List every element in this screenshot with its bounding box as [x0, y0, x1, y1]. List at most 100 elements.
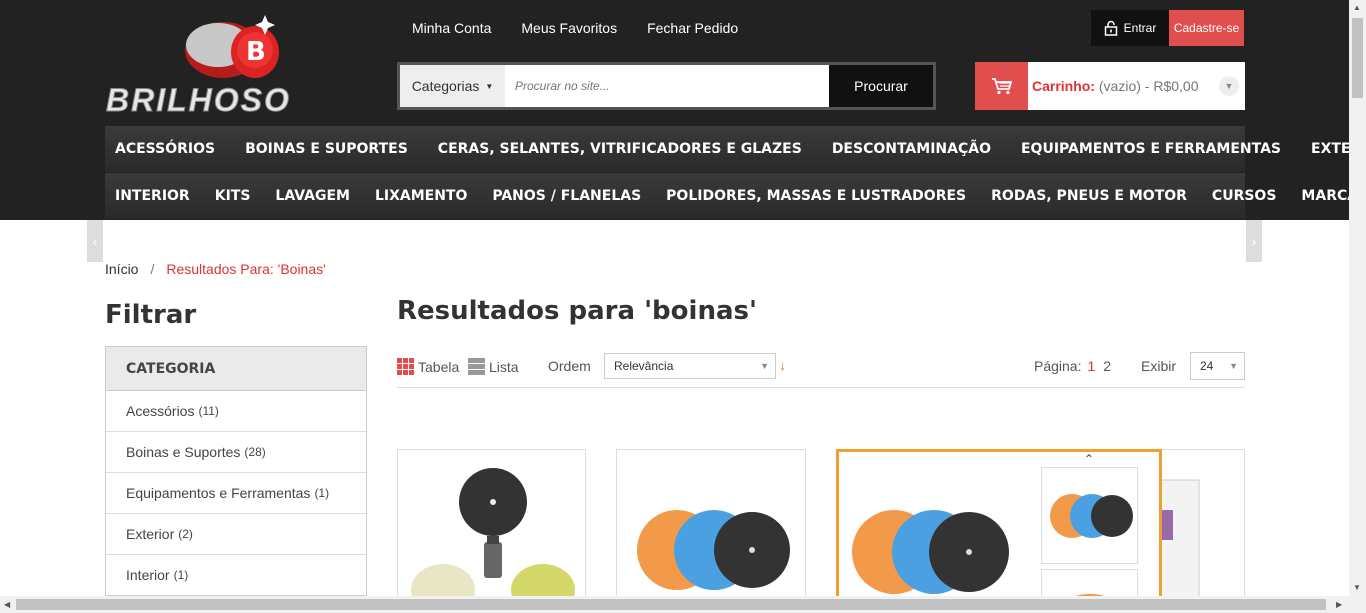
- grid-icon: [397, 358, 414, 375]
- cart-value: (vazio) - R$0,00: [1098, 78, 1199, 94]
- vertical-scrollbar-thumb[interactable]: [1352, 18, 1363, 98]
- nav-item-panos[interactable]: PANOS / FLANELAS: [492, 188, 641, 204]
- nav-item-interior[interactable]: INTERIOR: [115, 188, 190, 204]
- logo-letter: B: [246, 37, 266, 67]
- cart-status: Carrinho: (vazio) - R$0,00: [1028, 78, 1198, 94]
- caret-down-icon: ▼: [1229, 361, 1238, 371]
- category-filter-header[interactable]: CATEGORIA: [106, 347, 366, 391]
- login-label: Entrar: [1123, 21, 1157, 35]
- scroll-up-icon[interactable]: ▲: [1353, 3, 1361, 12]
- signup-button[interactable]: Cadastre-se: [1169, 10, 1244, 46]
- filter-item-interior[interactable]: Interior (1): [106, 555, 366, 595]
- product-thumbnail[interactable]: [1041, 569, 1138, 610]
- breadcrumb: Início / Resultados Para: 'Boinas': [105, 261, 326, 277]
- nav-item-lixamento[interactable]: LIXAMENTO: [375, 188, 467, 204]
- view-table-button[interactable]: Tabela: [397, 358, 459, 375]
- product-card[interactable]: [397, 449, 586, 599]
- filter-label: Interior: [126, 567, 170, 583]
- search-bar: Categorias ▼ Procurar: [397, 62, 936, 110]
- show-count-value: 24: [1200, 359, 1214, 373]
- show-label: Exibir: [1141, 358, 1177, 374]
- filter-label: Exterior: [126, 526, 175, 542]
- breadcrumb-separator: /: [150, 261, 155, 277]
- scroll-right-icon[interactable]: ▶: [1336, 600, 1342, 609]
- order-select[interactable]: Relevância ▼: [604, 353, 776, 379]
- filter-count: (1): [314, 486, 330, 500]
- view-list-label: Lista: [489, 358, 519, 375]
- product-image: [411, 468, 575, 598]
- caret-down-icon: ▼: [760, 361, 769, 371]
- scroll-down-icon[interactable]: ▼: [1353, 583, 1361, 592]
- caret-down-icon: ▼: [485, 81, 494, 91]
- nav-item-equipamentos[interactable]: EQUIPAMENTOS E FERRAMENTAS: [1021, 141, 1281, 157]
- top-links: Minha Conta Meus Favoritos Fechar Pedido: [412, 20, 738, 36]
- filter-count: (2): [178, 527, 193, 541]
- view-table-label: Tabela: [418, 358, 460, 375]
- breadcrumb-home[interactable]: Início: [105, 261, 138, 277]
- product-image: [637, 510, 790, 590]
- nav-item-rodas[interactable]: RODAS, PNEUS E MOTOR: [991, 188, 1187, 204]
- filter-item-acessorios[interactable]: Acessórios (11): [106, 391, 366, 432]
- filter-count: (11): [198, 404, 219, 418]
- sort-direction-icon[interactable]: ↓: [779, 357, 786, 373]
- page-title: Resultados para 'boinas': [397, 296, 757, 326]
- scroll-left-icon[interactable]: ◀: [4, 600, 10, 609]
- product-image: [1161, 479, 1200, 598]
- list-icon: [468, 358, 485, 375]
- pagination: Página: 1 2: [1034, 358, 1111, 374]
- main-nav-row-1: ACESSÓRIOS BOINAS E SUPORTES CERAS, SELA…: [105, 126, 1366, 172]
- show-count-select[interactable]: 24 ▼: [1190, 352, 1245, 380]
- page-2-link[interactable]: 2: [1103, 358, 1111, 374]
- link-minha-conta[interactable]: Minha Conta: [412, 20, 491, 36]
- cart-widget[interactable]: Carrinho: (vazio) - R$0,00 ▼: [975, 62, 1245, 110]
- site-header: B BRILHOSO Minha Conta Meus Favoritos Fe…: [0, 0, 1366, 220]
- product-card[interactable]: [1160, 449, 1245, 599]
- filter-item-boinas[interactable]: Boinas e Suportes (28): [106, 432, 366, 473]
- nav-item-polidores[interactable]: POLIDORES, MASSAS E LUSTRADORES: [666, 188, 966, 204]
- link-favoritos[interactable]: Meus Favoritos: [521, 20, 617, 36]
- product-thumbnail[interactable]: [1041, 467, 1138, 564]
- brand-name: BRILHOSO: [106, 82, 291, 119]
- page-1-link[interactable]: 1: [1087, 358, 1095, 374]
- category-label: Categorias: [411, 78, 480, 94]
- link-fechar-pedido[interactable]: Fechar Pedido: [647, 20, 738, 36]
- nav-item-lavagem[interactable]: LAVAGEM: [275, 188, 350, 204]
- breadcrumb-current: Resultados Para: 'Boinas': [166, 261, 326, 277]
- filter-item-equipamentos[interactable]: Equipamentos e Ferramentas (1): [106, 473, 366, 514]
- results-toolbar: Tabela Lista Ordem Relevância ▼ ↓ Página…: [397, 352, 1245, 388]
- search-input[interactable]: [505, 65, 829, 107]
- chevron-up-icon[interactable]: ⌃: [1084, 452, 1094, 466]
- nav-item-kits[interactable]: KITS: [215, 188, 251, 204]
- chevron-down-icon[interactable]: ▼: [1219, 76, 1239, 96]
- nav-item-acessorios[interactable]: ACESSÓRIOS: [115, 141, 215, 157]
- thumbnail-image: [1050, 494, 1133, 538]
- order-label: Ordem: [548, 358, 591, 374]
- login-button[interactable]: Entrar: [1091, 10, 1169, 46]
- search-button[interactable]: Procurar: [829, 65, 933, 107]
- filter-label: Acessórios: [126, 403, 195, 419]
- filter-title: Filtrar: [105, 300, 197, 330]
- nav-item-descontaminacao[interactable]: DESCONTAMINAÇÃO: [832, 141, 991, 157]
- lock-icon: [1104, 20, 1117, 36]
- product-card[interactable]: [616, 449, 806, 599]
- filter-label: Boinas e Suportes: [126, 444, 241, 460]
- category-dropdown[interactable]: Categorias ▼: [400, 65, 505, 107]
- cart-label: Carrinho:: [1032, 78, 1095, 94]
- product-image: [852, 510, 1009, 594]
- filter-label: Equipamentos e Ferramentas: [126, 485, 311, 501]
- order-value: Relevância: [614, 359, 674, 373]
- view-list-button[interactable]: Lista: [468, 358, 519, 375]
- category-filter: CATEGORIA Acessórios (11) Boinas e Suport…: [105, 346, 367, 596]
- carousel-next-arrow[interactable]: ›: [1246, 220, 1262, 262]
- nav-item-cursos[interactable]: CURSOS: [1212, 188, 1277, 204]
- carousel-prev-arrow[interactable]: ‹: [87, 220, 103, 262]
- filter-item-exterior[interactable]: Exterior (2): [106, 514, 366, 555]
- page-label: Página:: [1034, 358, 1082, 374]
- nav-item-ceras[interactable]: CERAS, SELANTES, VITRIFICADORES E GLAZES: [438, 141, 802, 157]
- nav-item-boinas[interactable]: BOINAS E SUPORTES: [245, 141, 408, 157]
- filter-count: (28): [244, 445, 266, 459]
- horizontal-scrollbar-thumb[interactable]: [16, 599, 1326, 610]
- cart-icon: [975, 62, 1028, 110]
- main-nav-row-2: INTERIOR KITS LAVAGEM LIXAMENTO PANOS / …: [105, 173, 1366, 219]
- filter-count: (1): [173, 568, 189, 582]
